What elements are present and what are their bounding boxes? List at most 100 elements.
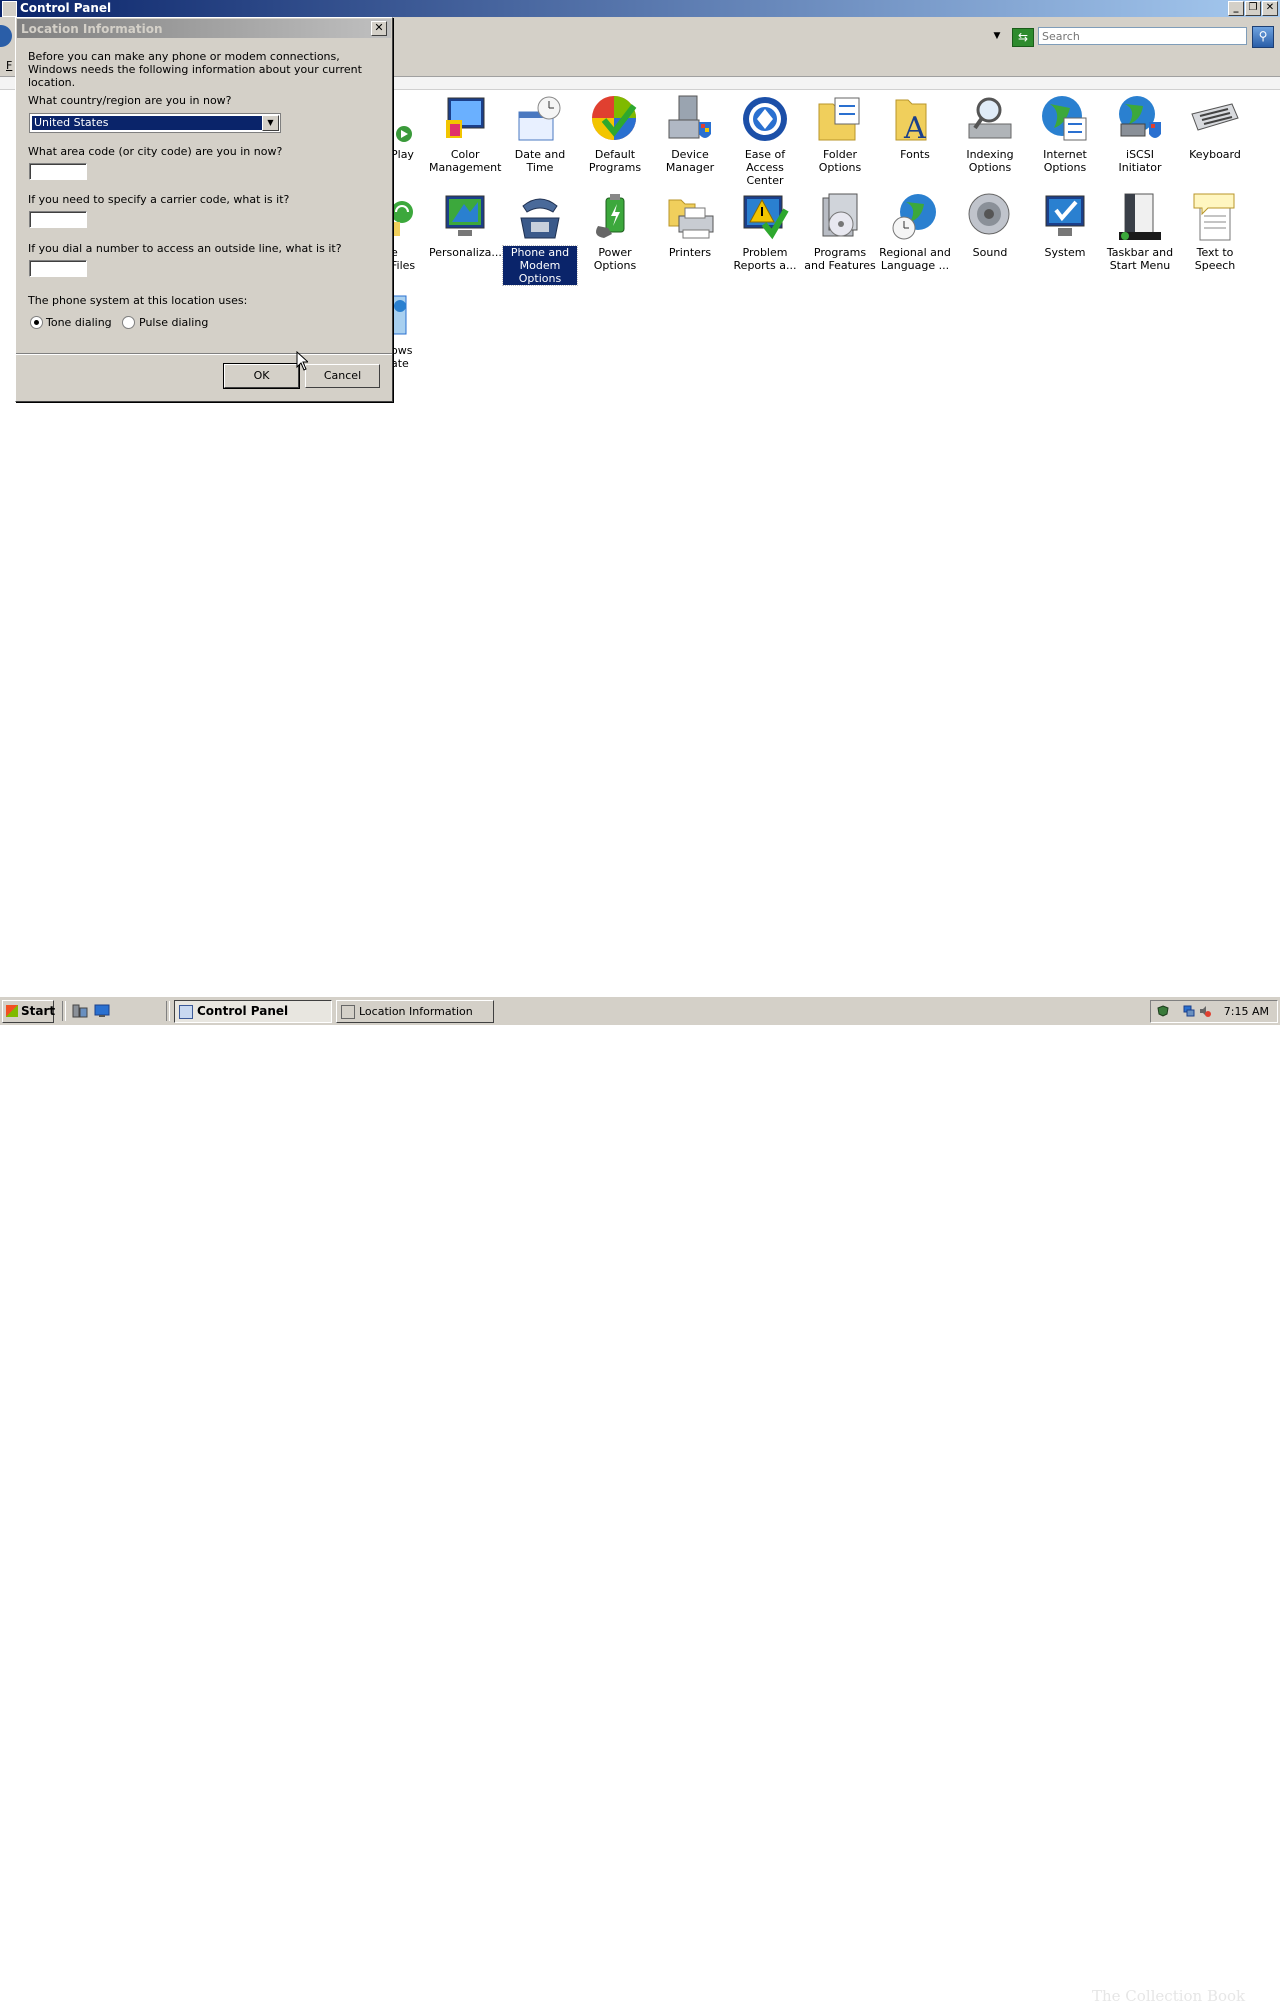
- restore-button[interactable]: ❐: [1245, 1, 1261, 16]
- control-panel-icon: [179, 1005, 193, 1019]
- folder-options-icon: [818, 97, 860, 141]
- refresh-icon[interactable]: ⇆: [1012, 28, 1034, 47]
- ease-of-access-icon: [743, 97, 787, 141]
- cp-item-text-to-speech[interactable]: Text to Speech: [1178, 192, 1252, 272]
- outside-line-question-label: If you dial a number to access an outsid…: [28, 242, 342, 255]
- outside-line-field[interactable]: [29, 260, 87, 277]
- taskbar-start-menu-icon: [1119, 193, 1161, 240]
- network-icon[interactable]: [1183, 1005, 1195, 1017]
- cp-item-keyboard[interactable]: Keyboard: [1178, 94, 1252, 161]
- show-desktop-icon[interactable]: [94, 1004, 110, 1018]
- cp-item-problem-reports[interactable]: Problem Reports a...: [728, 192, 802, 272]
- iscsi-initiator-icon: [1119, 96, 1161, 138]
- windows-logo-icon: [6, 1005, 18, 1017]
- cp-item-internet-options[interactable]: Internet Options: [1028, 94, 1102, 174]
- search-input[interactable]: [1038, 27, 1247, 45]
- offline-files-icon: [390, 201, 413, 236]
- color-management-icon: [446, 97, 485, 138]
- taskbar-clock[interactable]: 7:15 AM: [1224, 1001, 1269, 1022]
- cp-item-fonts[interactable]: A Fonts: [878, 94, 952, 161]
- area-code-field[interactable]: [29, 163, 87, 180]
- radio-selected-dot: [34, 320, 39, 325]
- personalization-icon: [445, 195, 485, 236]
- cp-item-phone-and-modem[interactable]: Phone and Modem Options: [502, 192, 578, 286]
- carrier-code-question-label: If you need to specify a carrier code, w…: [28, 193, 290, 206]
- dialog-titlebar[interactable]: Location Information ✕: [17, 19, 391, 38]
- cp-item-default-programs[interactable]: Default Programs: [578, 94, 652, 174]
- dialog-separator: [16, 353, 392, 355]
- area-code-question-label: What area code (or city code) are you in…: [28, 145, 283, 158]
- cp-item-iscsi-initiator[interactable]: iSCSI Initiator: [1103, 94, 1177, 174]
- control-panel-titlebar[interactable]: Control Panel _ ❐ ✕: [0, 0, 1280, 17]
- taskbar-item-control-panel[interactable]: Control Panel: [174, 1000, 332, 1023]
- cp-item-offline-files[interactable]: e Files: [390, 192, 420, 272]
- indexing-options-icon: [968, 97, 1012, 139]
- minimize-button[interactable]: _: [1228, 1, 1244, 16]
- security-shield-icon[interactable]: [1157, 1005, 1169, 1017]
- windows-update-icon: [390, 295, 407, 335]
- country-region-select[interactable]: United States ▼: [29, 113, 281, 133]
- control-panel-app-icon: [2, 1, 17, 17]
- ok-button[interactable]: OK: [224, 364, 299, 388]
- cp-item-indexing-options[interactable]: Indexing Options: [953, 94, 1027, 174]
- svg-text:A: A: [903, 111, 926, 144]
- back-icon[interactable]: [0, 25, 12, 47]
- text-to-speech-icon: [1193, 193, 1235, 241]
- country-region-value: United States: [32, 116, 263, 130]
- cp-item-printers[interactable]: Printers: [653, 192, 727, 259]
- cancel-button[interactable]: Cancel: [305, 364, 380, 388]
- file-menu[interactable]: F: [6, 59, 12, 72]
- mouse-cursor-icon: [296, 351, 308, 371]
- chevron-down-icon[interactable]: ▼: [262, 115, 279, 131]
- regional-language-icon: [892, 194, 936, 240]
- fonts-icon: A: [895, 99, 927, 144]
- tone-dialing-radio[interactable]: [30, 316, 43, 329]
- taskbar-divider: [166, 1001, 170, 1021]
- power-options-icon: [596, 194, 625, 238]
- cp-item-taskbar-start-menu[interactable]: Taskbar and Start Menu: [1103, 192, 1177, 272]
- tone-dialing-label[interactable]: Tone dialing: [46, 316, 112, 329]
- cp-item-autoplay[interactable]: Play: [390, 94, 414, 161]
- window-title: Control Panel: [20, 1, 112, 15]
- cp-item-windows-update[interactable]: ows ate: [390, 290, 420, 370]
- close-window-button[interactable]: ✕: [1262, 1, 1278, 16]
- taskbar: Start Control Panel Location Information…: [0, 996, 1280, 2005]
- keyboard-icon: [1191, 103, 1239, 131]
- cp-item-power-options[interactable]: Power Options: [578, 192, 652, 272]
- country-question-label: What country/region are you in now?: [28, 94, 232, 107]
- address-dropdown-icon[interactable]: ▼: [990, 27, 1004, 45]
- system-icon: [1045, 195, 1085, 236]
- dialog-window-icon: [341, 1005, 355, 1019]
- cp-item-ease-of-access[interactable]: Ease of Access Center: [728, 94, 802, 187]
- location-information-dialog: Location Information ✕ Before you can ma…: [15, 17, 393, 402]
- taskbar-divider: [62, 1001, 66, 1021]
- address-field[interactable]: [392, 27, 1006, 45]
- watermark: The Collection Book: [1092, 1987, 1246, 2005]
- phone-system-label: The phone system at this location uses:: [28, 294, 248, 307]
- pulse-dialing-label[interactable]: Pulse dialing: [139, 316, 208, 329]
- cp-item-regional-language[interactable]: Regional and Language ...: [878, 192, 952, 272]
- device-manager-icon: [668, 95, 711, 139]
- cp-item-personalization[interactable]: Personaliza...: [428, 192, 502, 259]
- taskbar-item-location-information[interactable]: Location Information: [336, 1000, 494, 1023]
- cp-item-color-management[interactable]: Color Management: [428, 94, 502, 174]
- cp-item-device-manager[interactable]: Device Manager: [653, 94, 727, 174]
- cp-item-sound[interactable]: Sound: [953, 192, 1027, 259]
- calendar-clock-icon: [518, 96, 561, 141]
- volume-muted-icon[interactable]: [1199, 1005, 1211, 1017]
- pulse-dialing-radio[interactable]: [122, 316, 135, 329]
- cp-item-folder-options[interactable]: Folder Options: [803, 94, 877, 174]
- carrier-code-field[interactable]: [29, 211, 87, 228]
- cp-item-system[interactable]: System: [1028, 192, 1102, 259]
- server-manager-icon[interactable]: [72, 1004, 88, 1018]
- autoplay-icon: [396, 126, 412, 142]
- start-button[interactable]: Start: [2, 1000, 55, 1023]
- search-icon[interactable]: ⚲: [1252, 26, 1274, 48]
- problem-reports-icon: [743, 195, 789, 240]
- dialog-close-button[interactable]: ✕: [371, 21, 387, 36]
- cp-item-programs-features[interactable]: Programs and Features: [803, 192, 877, 272]
- programs-features-icon: [822, 193, 858, 237]
- printers-icon: [668, 199, 714, 239]
- default-programs-icon: [592, 96, 637, 140]
- cp-item-date-and-time[interactable]: Date and Time: [503, 94, 577, 174]
